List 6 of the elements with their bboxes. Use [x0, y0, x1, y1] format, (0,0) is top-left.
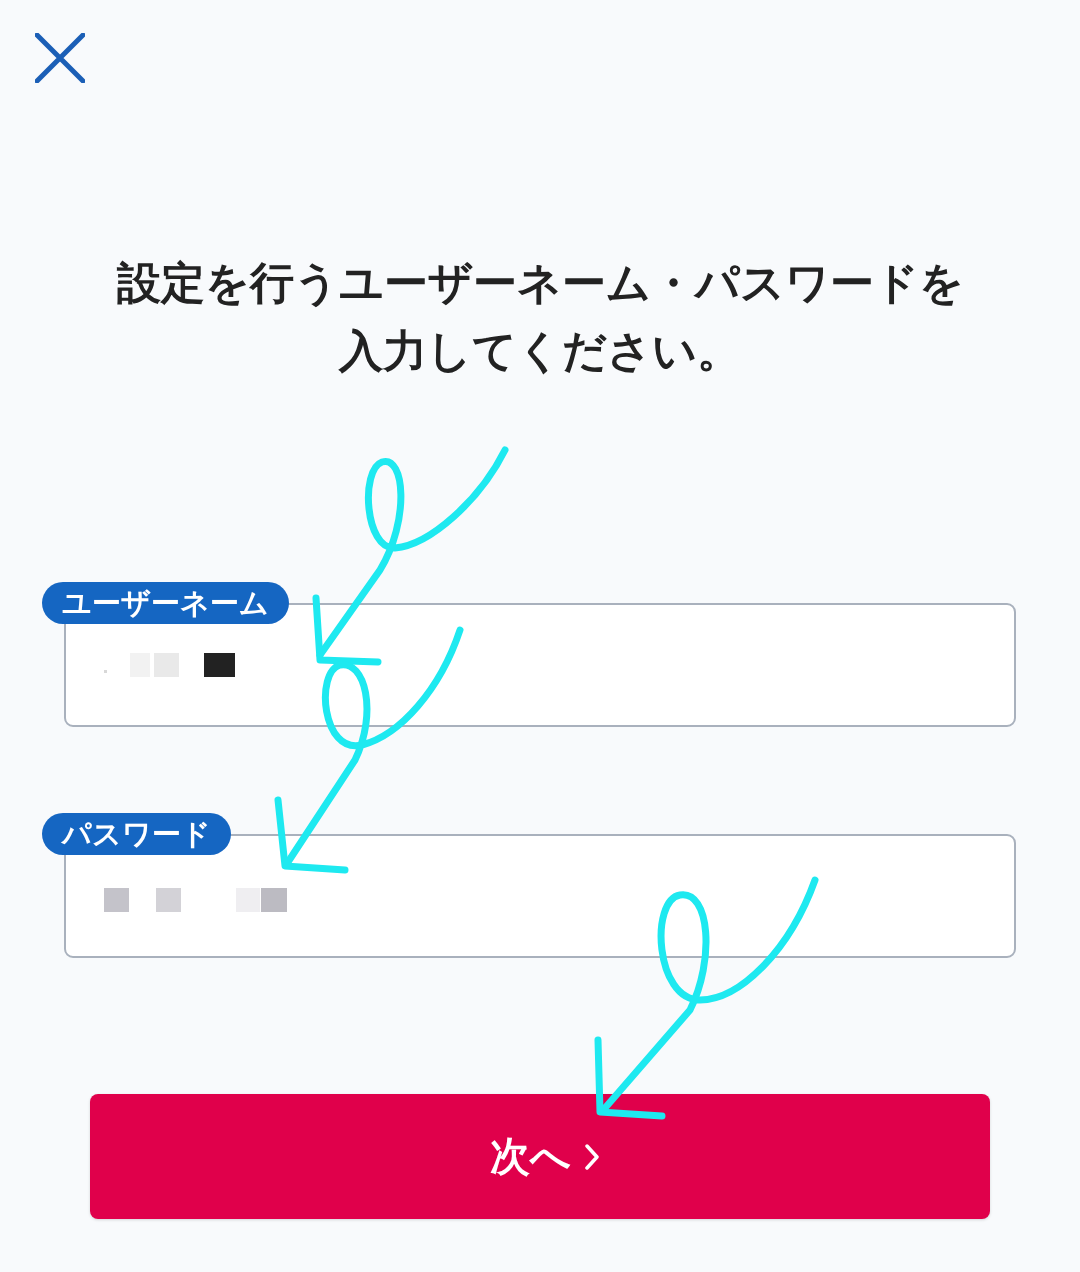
chevron-right-icon — [584, 1143, 599, 1170]
instruction-text: 設定を行うユーザーネーム・パスワードを入力してください。 — [115, 256, 965, 378]
field-label: ユーザーネーム — [42, 582, 289, 624]
close-icon[interactable] — [35, 33, 85, 83]
field-label: パスワード — [42, 813, 231, 855]
next-button[interactable]: 次へ — [90, 1094, 990, 1219]
